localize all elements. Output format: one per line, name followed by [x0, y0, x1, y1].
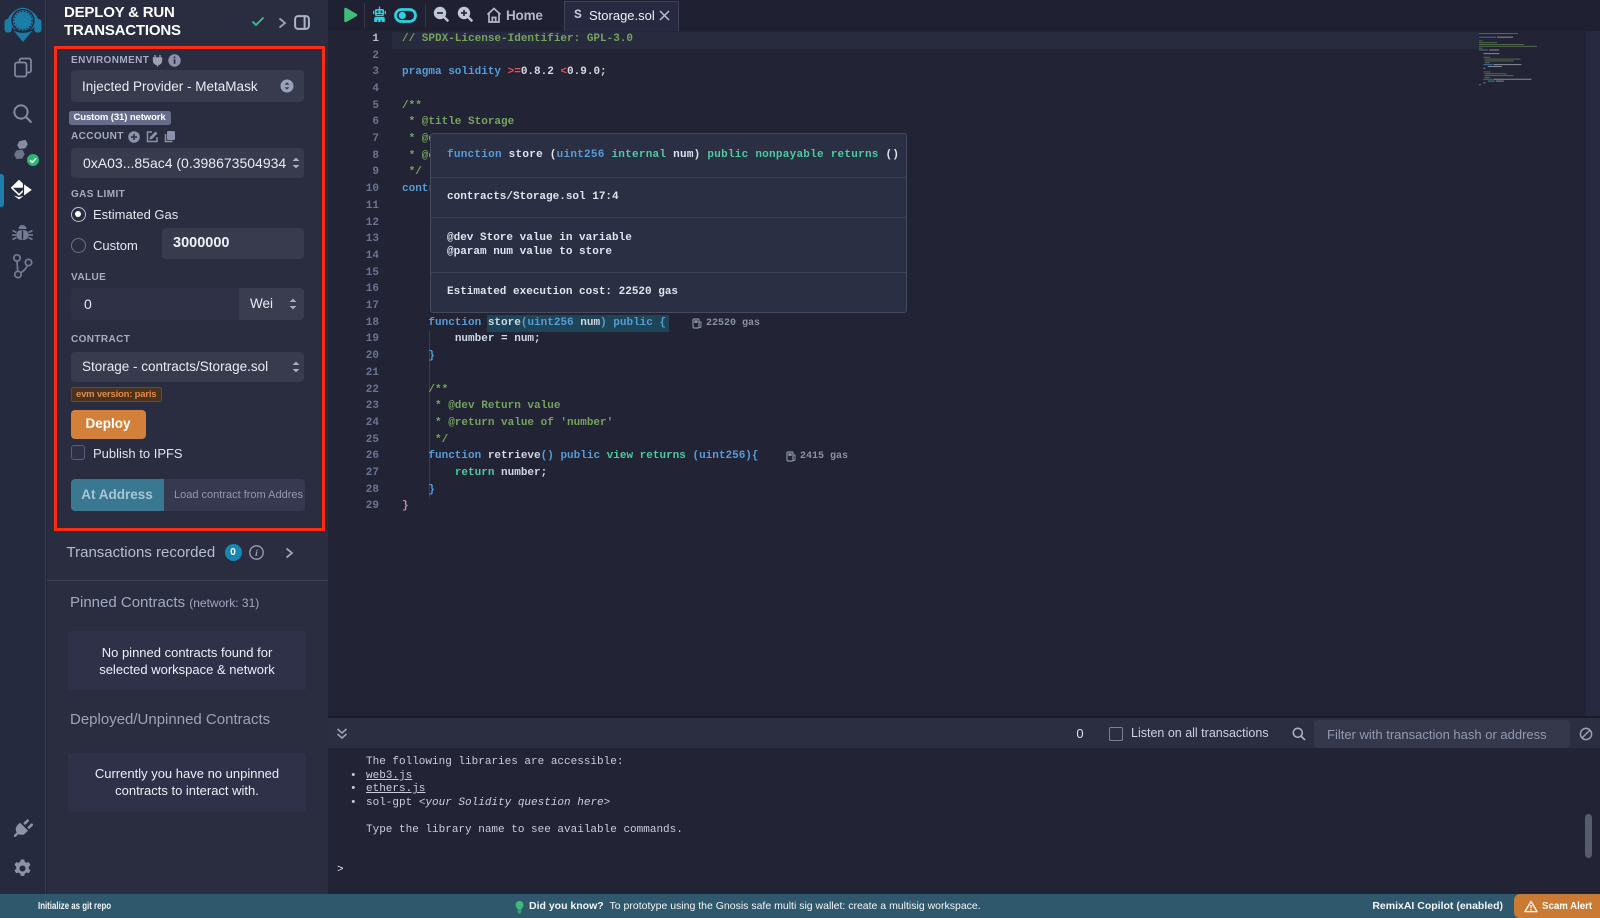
svg-text:i: i: [255, 549, 258, 559]
